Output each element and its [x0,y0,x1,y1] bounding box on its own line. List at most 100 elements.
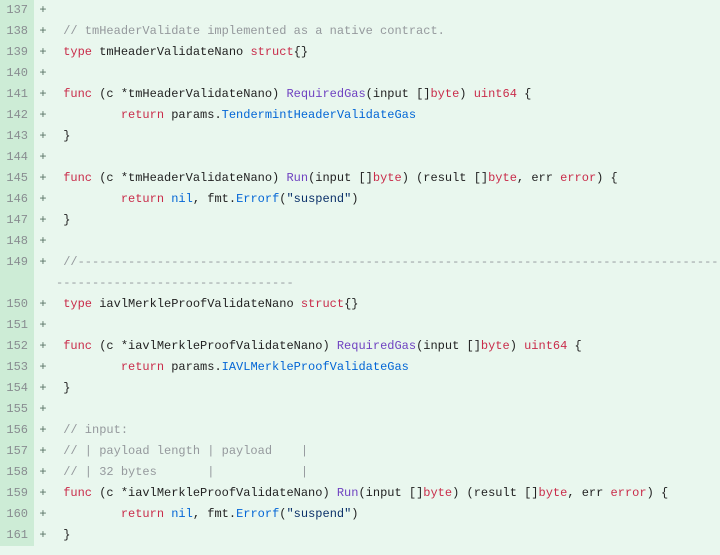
code-cell[interactable] [52,147,720,168]
code-cell[interactable]: return nil, fmt.Errorf("suspend") [52,189,720,210]
code-cell[interactable]: // | payload length | payload | [52,441,720,462]
code-token: byte [488,171,517,185]
code-token: return [121,108,164,122]
code-token [56,108,121,122]
code-cell[interactable]: } [52,126,720,147]
diff-sign: + [34,21,52,42]
diff-sign: + [34,462,52,483]
diff-line: 148+ [0,231,720,252]
line-number: 146 [0,189,34,210]
code-token: { [567,339,581,353]
code-token: uint64 [474,87,517,101]
diff-sign: + [34,231,52,252]
line-number: 139 [0,42,34,63]
line-number: 159 [0,483,34,504]
code-cell[interactable]: // | 32 bytes | | [52,462,720,483]
code-cell[interactable] [52,399,720,420]
line-number: 152 [0,336,34,357]
line-number: 149 [0,252,34,294]
code-token: , err [567,486,610,500]
code-token: return [121,507,164,521]
code-token: (input [] [308,171,373,185]
line-number: 141 [0,84,34,105]
code-cell[interactable]: // tmHeaderValidate implemented as a nat… [52,21,720,42]
line-number: 160 [0,504,34,525]
code-token: uint64 [524,339,567,353]
code-token: error [560,171,596,185]
code-token: type [63,297,92,311]
code-token: tmHeaderValidateNano [92,45,250,59]
code-cell[interactable]: type iavlMerkleProofValidateNano struct{… [52,294,720,315]
line-number: 143 [0,126,34,147]
diff-line: 156+ // input: [0,420,720,441]
code-token: error [611,486,647,500]
diff-line: 141+ func (c *tmHeaderValidateNano) Requ… [0,84,720,105]
code-token: return [121,360,164,374]
diff-line: 157+ // | payload length | payload | [0,441,720,462]
diff-sign: + [34,126,52,147]
code-token: , err [517,171,560,185]
code-token: nil [171,507,193,521]
code-token: byte [373,171,402,185]
line-number: 157 [0,441,34,462]
diff-line: 149+ //---------------------------------… [0,252,720,294]
code-cell[interactable]: } [52,525,720,546]
code-token: func [63,171,92,185]
code-cell[interactable]: // input: [52,420,720,441]
code-cell[interactable]: //--------------------------------------… [52,252,720,294]
code-token: } [56,381,70,395]
code-cell[interactable]: func (c *iavlMerkleProofValidateNano) Re… [52,336,720,357]
diff-sign: + [34,84,52,105]
code-token: "suspend" [286,507,351,521]
line-number: 155 [0,399,34,420]
code-token: params. [164,360,222,374]
code-token: (c *iavlMerkleProofValidateNano) [92,339,337,353]
diff-line: 147+ } [0,210,720,231]
code-token [56,192,121,206]
code-token: RequiredGas [286,87,365,101]
diff-sign: + [34,147,52,168]
code-token: Run [286,171,308,185]
diff-line: 142+ return params.TendermintHeaderValid… [0,105,720,126]
line-number: 147 [0,210,34,231]
code-cell[interactable]: func (c *tmHeaderValidateNano) Run(input… [52,168,720,189]
code-cell[interactable] [52,231,720,252]
code-token: (input [] [366,87,431,101]
code-token: (c *tmHeaderValidateNano) [92,171,286,185]
code-token: TendermintHeaderValidateGas [222,108,416,122]
code-cell[interactable]: type tmHeaderValidateNano struct{} [52,42,720,63]
code-cell[interactable]: func (c *tmHeaderValidateNano) RequiredG… [52,84,720,105]
code-cell[interactable]: return nil, fmt.Errorf("suspend") [52,504,720,525]
diff-sign: + [34,420,52,441]
line-number: 158 [0,462,34,483]
code-token: byte [430,87,459,101]
code-token: {} [294,45,308,59]
code-token: { [517,87,531,101]
diff-sign: + [34,294,52,315]
line-number: 154 [0,378,34,399]
code-cell[interactable]: return params.TendermintHeaderValidateGa… [52,105,720,126]
code-cell[interactable] [52,0,720,21]
line-number: 138 [0,21,34,42]
code-token: byte [423,486,452,500]
code-token: (c *tmHeaderValidateNano) [92,87,286,101]
code-token: iavlMerkleProofValidateNano [92,297,301,311]
code-cell[interactable]: } [52,210,720,231]
code-cell[interactable]: return params.IAVLMerkleProofValidateGas [52,357,720,378]
code-cell[interactable] [52,315,720,336]
code-token: struct [250,45,293,59]
diff-line: 154+ } [0,378,720,399]
code-token: byte [481,339,510,353]
code-cell[interactable] [52,63,720,84]
diff-line: 150+ type iavlMerkleProofValidateNano st… [0,294,720,315]
code-cell[interactable]: } [52,378,720,399]
line-number: 153 [0,357,34,378]
diff-line: 159+ func (c *iavlMerkleProofValidateNan… [0,483,720,504]
line-number: 151 [0,315,34,336]
diff-line: 161+ } [0,525,720,546]
diff-sign: + [34,336,52,357]
diff-view: 137+138+ // tmHeaderValidate implemented… [0,0,720,546]
code-token: nil [171,192,193,206]
line-number: 145 [0,168,34,189]
code-cell[interactable]: func (c *iavlMerkleProofValidateNano) Ru… [52,483,720,504]
